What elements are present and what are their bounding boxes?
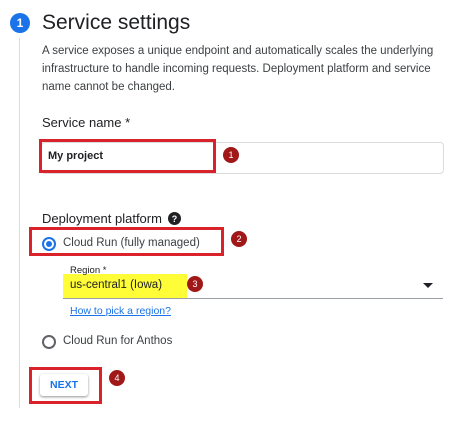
pick-region-link[interactable]: How to pick a region? bbox=[70, 305, 171, 317]
radio-label-cloud-run-anthos[interactable]: Cloud Run for Anthos bbox=[63, 335, 172, 347]
annotation-highlight-4 bbox=[29, 367, 102, 404]
annotation-badge-2: 2 bbox=[231, 231, 247, 247]
chevron-down-icon[interactable] bbox=[423, 283, 433, 288]
annotation-badge-1: 1 bbox=[223, 147, 239, 163]
radio-cloud-run-anthos[interactable] bbox=[42, 335, 56, 349]
section-description: A service exposes a unique endpoint and … bbox=[42, 45, 434, 93]
help-icon[interactable]: ? bbox=[168, 212, 181, 225]
annotation-badge-3: 3 bbox=[187, 276, 203, 292]
annotation-highlight-2 bbox=[29, 227, 224, 256]
annotation-badge-4: 4 bbox=[109, 370, 125, 386]
step-connector-line bbox=[19, 38, 20, 408]
page-title: Service settings bbox=[42, 11, 191, 34]
region-label: Region * bbox=[70, 265, 107, 276]
annotation-highlight-1 bbox=[39, 139, 216, 173]
service-name-label: Service name * bbox=[42, 115, 131, 130]
region-select-underline bbox=[63, 298, 443, 299]
region-select-value[interactable]: us-central1 (Iowa) bbox=[70, 279, 162, 291]
step-number-badge: 1 bbox=[10, 13, 30, 33]
deployment-platform-label: Deployment platform bbox=[42, 211, 162, 226]
